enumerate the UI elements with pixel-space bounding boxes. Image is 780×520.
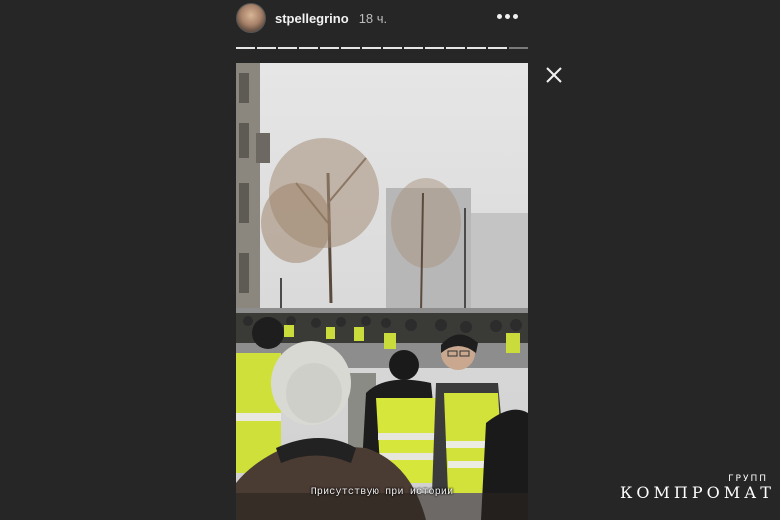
story-header: stpellegrino 18 ч. (236, 2, 528, 34)
watermark-main-text: КОМПРОМАТ (620, 483, 775, 502)
close-icon (546, 67, 562, 83)
street-photo (236, 63, 528, 520)
progress-segment (278, 47, 297, 49)
story-caption: Присутствую при истории (310, 487, 454, 498)
progress-segment (425, 47, 444, 49)
story-media[interactable]: Присутствую при истории (236, 63, 528, 520)
more-horizontal-icon (497, 14, 502, 19)
progress-segment (299, 47, 318, 49)
progress-segment (488, 47, 507, 49)
more-options-button[interactable] (495, 10, 520, 23)
progress-segment (341, 47, 360, 49)
close-button[interactable] (543, 64, 565, 86)
progress-segment (509, 47, 528, 49)
story-viewer: stpellegrino 18 ч. Присутствую при истор… (0, 0, 780, 520)
progress-segment (383, 47, 402, 49)
watermark-logo: ГРУПП КОМПРОМАТ (618, 474, 774, 504)
progress-segment (236, 47, 255, 49)
timestamp: 18 ч. (358, 10, 388, 26)
progress-segment (362, 47, 381, 49)
progress-segment (257, 47, 276, 49)
progress-segment (446, 47, 465, 49)
avatar[interactable] (236, 3, 266, 33)
username[interactable]: stpellegrino (275, 11, 349, 26)
progress-segment (404, 47, 423, 49)
progress-segment (320, 47, 339, 49)
story-progress-bar (236, 47, 528, 49)
progress-segment (467, 47, 486, 49)
